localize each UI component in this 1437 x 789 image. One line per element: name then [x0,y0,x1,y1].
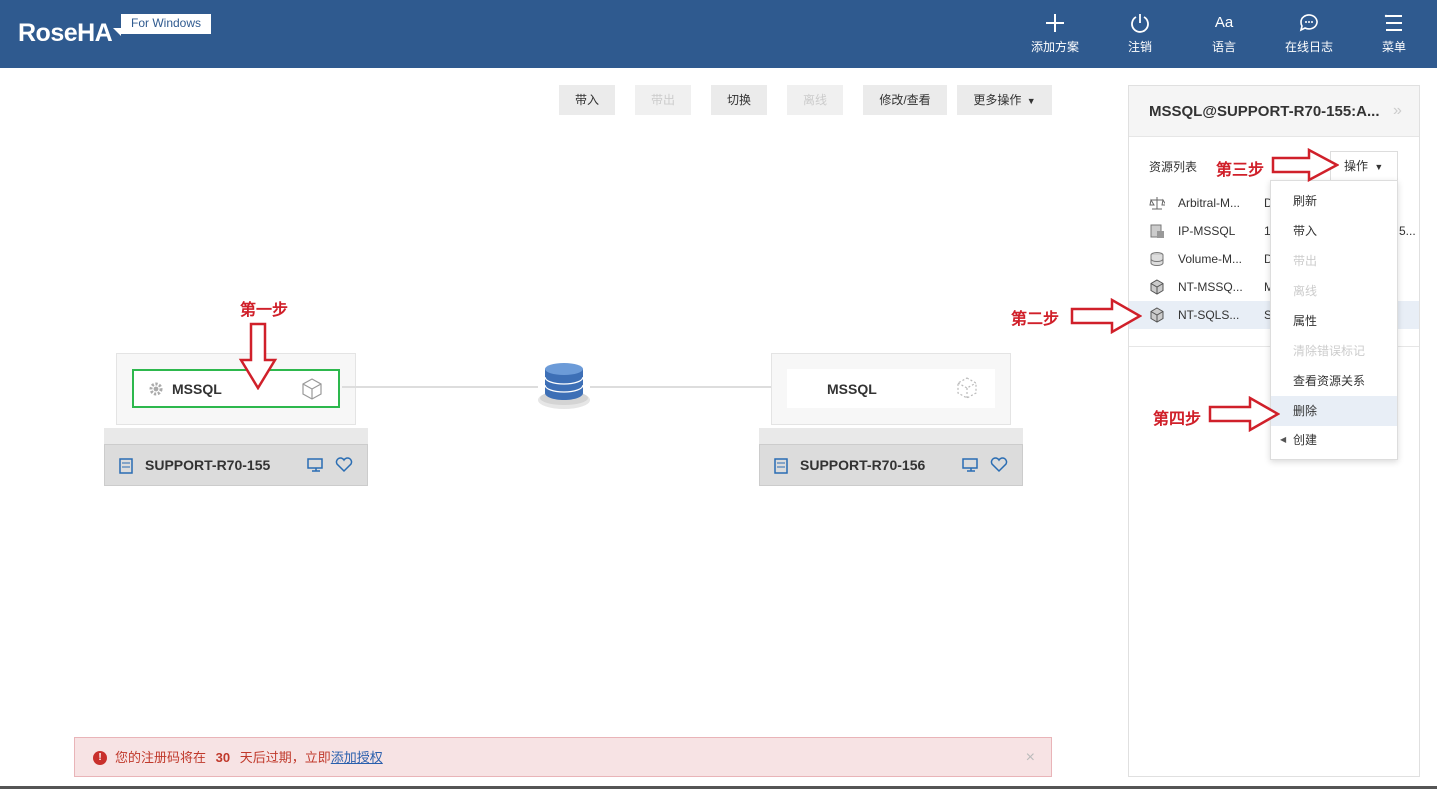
double-chevron-right-icon[interactable]: » [1393,102,1402,120]
left-host-bar[interactable]: SUPPORT-R70-155 [104,444,368,486]
language-icon: Aa [1214,14,1234,31]
exclamation-icon: ! [93,751,107,765]
bring-in-button[interactable]: 带入 [559,85,615,115]
right-host-shadow [759,428,1023,444]
scale-icon [1149,197,1165,210]
alert-days: 30 [215,750,231,765]
monitor-icon[interactable] [307,457,325,473]
menu-item-delete[interactable]: 删除 [1271,396,1397,426]
top-header-bar: RoseHA For Windows 添加方案 注销 Aa 语言 在线日志 菜单 [0,0,1437,68]
left-host-name: SUPPORT-R70-155 [145,457,271,473]
database-icon [538,363,590,409]
left-host-shadow [104,428,368,444]
alert-suffix: 天后过期，立即 [239,750,331,765]
heart-icon[interactable] [990,457,1008,473]
operations-dropdown-menu: 刷新 带入 带出 离线 属性 清除错误标记 查看资源关系 删除 ◀ 创建 [1270,180,1398,460]
nav-logout[interactable]: 注销 [1110,12,1170,55]
menu-item-view-relations[interactable]: 查看资源关系 [1271,366,1397,396]
menu-item-clear-error[interactable]: 清除错误标记 [1271,336,1397,366]
link-line-right [590,386,788,388]
resource-name: Volume-M... [1178,252,1243,266]
arrow-right-annotation [1070,298,1142,334]
resource-extra: 5... [1399,224,1416,238]
app-logo: RoseHA [18,19,113,47]
add-license-link[interactable]: 添加授权 [331,750,383,765]
offline-button[interactable]: 离线 [787,85,843,115]
annotation-step1: 第一步 [240,302,289,319]
menu-item-create[interactable]: ◀ 创建 [1271,425,1397,455]
arrow-right-annotation [1208,396,1280,432]
annotation-step4: 第四步 [1153,411,1202,428]
nav-online-log-label: 在线日志 [1284,40,1333,54]
license-expiry-alert: ! 您的注册码将在 30 天后过期，立即添加授权 × [74,737,1052,777]
bring-out-button[interactable]: 带出 [635,85,691,115]
resource-list-label: 资源列表 [1149,160,1198,174]
annotation-step3: 第三步 [1216,162,1265,179]
nav-language-label: 语言 [1211,40,1236,54]
side-panel-title: MSSQL@SUPPORT-R70-155:A... [1129,86,1419,137]
menu-item-create-label: 创建 [1293,433,1318,447]
menu-item-refresh[interactable]: 刷新 [1271,186,1397,216]
nav-online-log[interactable]: 在线日志 [1279,12,1339,55]
heart-icon[interactable] [335,457,353,473]
server-icon [774,458,788,474]
right-host-name: SUPPORT-R70-156 [800,457,926,473]
caret-down-icon: ▼ [1026,96,1036,106]
ip-icon [1150,224,1164,238]
nav-menu-label: 菜单 [1381,40,1406,54]
cube-icon [1150,279,1164,295]
volume-icon [1150,252,1164,267]
plus-icon [1046,14,1064,32]
cube-icon [302,378,322,400]
server-icon [119,458,133,474]
caret-left-icon: ◀ [1280,435,1287,444]
operations-button[interactable]: 操作 ▼ [1330,151,1398,181]
monitor-icon[interactable] [962,457,980,473]
switch-button[interactable]: 切换 [711,85,767,115]
link-line-left [342,386,538,388]
nav-add-scheme-label: 添加方案 [1030,40,1079,54]
nav-language[interactable]: Aa 语言 [1194,12,1254,55]
alert-prefix: 您的注册码将在 [115,750,207,765]
menu-item-bring-out[interactable]: 带出 [1271,246,1397,276]
logo-platform-tag: For Windows [112,14,212,36]
menu-icon [1384,14,1402,31]
cube-icon [1150,307,1164,323]
right-resource-label: MSSQL [827,381,877,397]
more-operations-label: 更多操作 [973,93,1022,107]
gear-icon [149,382,163,396]
chat-icon [1299,14,1318,32]
nav-logout-label: 注销 [1127,40,1152,54]
menu-item-properties[interactable]: 属性 [1271,306,1397,336]
more-operations-button[interactable]: 更多操作 ▼ [957,85,1052,115]
caret-down-icon: ▼ [1374,162,1384,172]
modify-view-button[interactable]: 修改/查看 [863,85,947,115]
nav-add-scheme[interactable]: 添加方案 [1025,12,1085,55]
operations-button-label: 操作 [1344,159,1369,173]
menu-item-bring-in[interactable]: 带入 [1271,216,1397,246]
resource-name: Arbitral-M... [1178,196,1241,210]
power-icon [1131,14,1149,33]
resource-name: NT-SQLS... [1178,308,1240,322]
cube-outline-icon [957,377,977,399]
resource-name: IP-MSSQL [1178,224,1236,238]
arrow-right-annotation [1271,148,1339,182]
right-host-bar[interactable]: SUPPORT-R70-156 [759,444,1023,486]
left-resource-box[interactable]: MSSQL [132,369,340,408]
close-icon[interactable]: × [1026,738,1035,778]
left-resource-label: MSSQL [172,381,222,397]
annotation-step2: 第二步 [1011,311,1060,328]
menu-item-offline[interactable]: 离线 [1271,276,1397,306]
right-resource-box[interactable]: MSSQL [787,369,995,408]
nav-menu[interactable]: 菜单 [1364,12,1424,55]
arrow-down-annotation [238,322,278,390]
resource-name: NT-MSSQ... [1178,280,1243,294]
